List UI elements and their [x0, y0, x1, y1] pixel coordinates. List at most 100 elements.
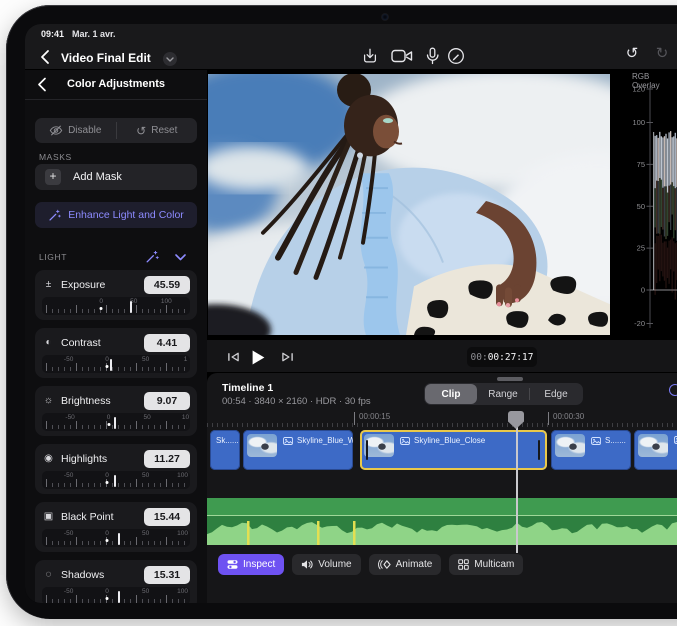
mode-segment-edge[interactable]: Edge [530, 384, 582, 404]
clip-label: S....... [605, 436, 626, 445]
audio-track[interactable] [207, 498, 677, 545]
reset-label: Reset [151, 125, 177, 136]
next-frame-button[interactable] [278, 349, 296, 365]
timeline-info: 00:54 · 3840 × 2160 · HDR · 30 fps [222, 396, 371, 407]
slider-scale-label: 100 [161, 298, 172, 305]
slider-scale-label: 100 [177, 588, 188, 595]
adjustment-control: ± Exposure 45.59 050100 [35, 270, 197, 320]
slider-scale-label: 0 [105, 588, 109, 595]
adjustment-name: Contrast [61, 337, 144, 349]
mode-segment-clip[interactable]: Clip [425, 384, 477, 404]
timeline-clock-icon-partial[interactable] [669, 384, 677, 396]
slider-scale-label: 0 [107, 414, 111, 421]
adjustment-icon: ◌ [42, 569, 55, 580]
volume-button[interactable]: Volume [292, 554, 360, 575]
slider-value-marker[interactable] [130, 301, 132, 313]
project-menu-chevron-icon[interactable] [163, 52, 177, 66]
inspect-button[interactable]: Inspect [218, 554, 284, 575]
clip-trim-handle[interactable] [366, 440, 368, 460]
timeline-clip[interactable]: Sk...... [210, 430, 240, 470]
redo-icon: ↻ [651, 44, 673, 62]
slider-ticks [46, 595, 186, 603]
clip-thumbnail [247, 434, 277, 457]
playhead-line [516, 413, 518, 553]
playhead-handle[interactable] [508, 411, 524, 429]
slider-value-marker[interactable] [118, 533, 120, 545]
eye-slash-icon [49, 125, 63, 136]
slider-value-marker[interactable] [114, 417, 116, 429]
add-mask-label: Add Mask [73, 171, 122, 183]
previous-frame-button[interactable] [224, 349, 242, 365]
adjustment-value-field[interactable]: 15.44 [144, 508, 190, 526]
top-toolbar: 09:41 Mar. 1 avr. Video Final Edit ↺ ↻ [25, 24, 677, 70]
inspect-label: Inspect [243, 559, 275, 570]
pencil-annotate-icon[interactable] [445, 46, 467, 66]
timeline-ruler[interactable]: 00:00:1500:00:30 [207, 411, 677, 427]
undo-icon[interactable]: ↺ [621, 44, 643, 62]
adjustment-value-field[interactable]: 9.07 [144, 392, 190, 410]
adjustment-slider[interactable]: -50050100 [42, 587, 190, 603]
disable-label: Disable [68, 125, 101, 136]
timeline-clip[interactable]: S....... [551, 430, 631, 470]
adjustment-value-field[interactable]: 15.31 [144, 566, 190, 584]
slider-scale-label: 50 [142, 530, 149, 537]
reset-button[interactable]: ↺ Reset [117, 118, 198, 143]
enhance-light-color-button[interactable]: Enhance Light and Color [35, 202, 197, 228]
multicam-button[interactable]: Multicam [449, 554, 523, 575]
adjustment-control: ◐ Contrast 4.41 -500501 [35, 328, 197, 378]
color-adjustments-panel: Color Adjustments Disable ↺ Reset MASKS … [25, 70, 207, 603]
slider-scale-label: 50 [142, 472, 149, 479]
masks-section-label: MASKS [39, 152, 72, 162]
add-mask-button[interactable]: + Add Mask [35, 164, 197, 190]
adjustment-value-field[interactable]: 4.41 [144, 334, 190, 352]
video-track: Sk......Skyline_Blue_WideSkyline_Blue_Cl… [207, 430, 677, 470]
light-collapse-chevron-icon[interactable] [175, 254, 186, 261]
timeline-drag-handle[interactable] [497, 377, 523, 381]
timecode-display[interactable]: 00:00:27:17 [467, 347, 537, 367]
app-screen: 09:41 Mar. 1 avr. Video Final Edit ↺ ↻ [25, 24, 677, 603]
back-chevron-icon[interactable] [39, 49, 51, 65]
timeline-title: Timeline 1 [222, 382, 273, 394]
timeline-clip[interactable] [634, 430, 677, 470]
timeline-clip-selected[interactable]: Skyline_Blue_Close [360, 430, 547, 470]
edit-mode-segmented-control: ClipRangeEdge [424, 383, 583, 405]
clip-trim-handle[interactable] [538, 440, 540, 460]
light-section-label: LIGHT [39, 252, 67, 262]
play-button[interactable] [249, 349, 267, 365]
animate-label: Animate [396, 559, 433, 570]
slider-scale-label: 100 [177, 472, 188, 479]
adjustment-name: Shadows [61, 569, 144, 581]
slider-value-marker[interactable] [114, 475, 116, 487]
animate-button[interactable]: Animate [369, 554, 442, 575]
slider-scale-label: 50 [142, 588, 149, 595]
clip-thumbnail [555, 434, 585, 457]
adjustment-value-field[interactable]: 11.27 [144, 450, 190, 468]
video-preview[interactable] [208, 74, 610, 335]
slider-scale-label: -50 [65, 414, 74, 421]
adjustment-slider[interactable]: -5005010 [42, 413, 190, 431]
adjustment-slider[interactable]: 050100 [42, 297, 190, 315]
photo-icon [591, 437, 601, 445]
slider-value-marker[interactable] [118, 591, 120, 603]
microphone-icon[interactable] [421, 46, 443, 66]
slider-scale-label: 1 [184, 356, 188, 363]
adjustment-slider[interactable]: -500501 [42, 355, 190, 373]
import-media-icon[interactable] [359, 46, 381, 66]
project-title[interactable]: Video Final Edit [61, 51, 151, 65]
slider-scale-label: 50 [142, 356, 149, 363]
adjustment-slider[interactable]: -50050100 [42, 471, 190, 489]
mode-segment-range[interactable]: Range [477, 384, 529, 404]
light-wand-icon[interactable] [145, 250, 159, 264]
adjustment-value-field[interactable]: 45.59 [144, 276, 190, 294]
timecode-value: 00:27:17 [488, 352, 534, 363]
slider-scale-label: 10 [182, 414, 189, 421]
camera-icon[interactable] [391, 46, 413, 66]
volume-label: Volume [318, 559, 351, 570]
adjustment-control: ▣ Black Point 15.44 -50050100 [35, 502, 197, 552]
adjustment-slider[interactable]: -50050100 [42, 529, 190, 547]
slider-origin-dot [100, 307, 103, 310]
timeline-clip[interactable]: Skyline_Blue_Wide [243, 430, 353, 470]
slider-ticks [46, 363, 186, 371]
disable-button[interactable]: Disable [35, 118, 116, 143]
slider-value-marker[interactable] [110, 359, 112, 371]
